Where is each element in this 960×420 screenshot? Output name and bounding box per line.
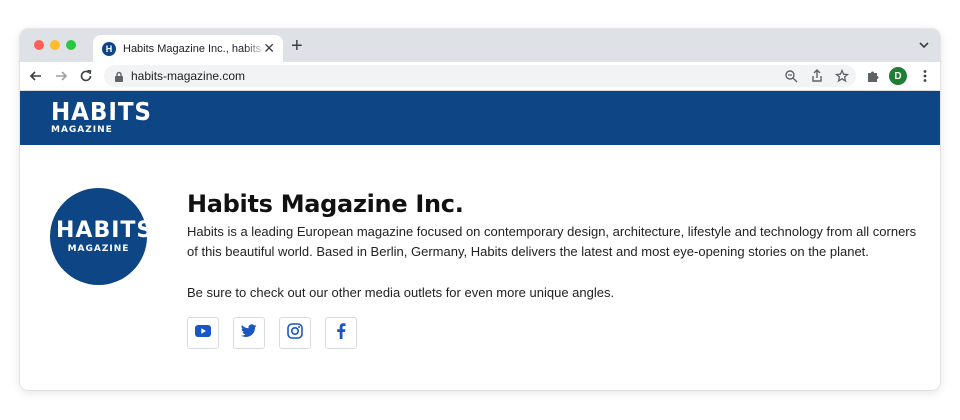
maximize-window-button[interactable] bbox=[66, 40, 76, 50]
zoom-icon[interactable] bbox=[784, 69, 798, 83]
extensions-puzzle-icon[interactable] bbox=[865, 68, 881, 84]
instagram-icon bbox=[287, 322, 303, 344]
tab-title: Habits Magazine Inc., habits-magazine.co… bbox=[123, 42, 266, 55]
company-logo-subtitle: MAGAZINE bbox=[67, 244, 130, 254]
youtube-button[interactable] bbox=[187, 317, 219, 349]
company-description: Habits is a leading European magazine fo… bbox=[187, 224, 917, 259]
youtube-icon bbox=[195, 324, 211, 342]
share-icon[interactable] bbox=[810, 69, 824, 83]
company-name: Habits Magazine Inc. bbox=[187, 190, 464, 218]
tab-search-chevron-icon[interactable] bbox=[918, 38, 930, 56]
twitter-button[interactable] bbox=[233, 317, 265, 349]
close-window-button[interactable] bbox=[34, 40, 44, 50]
tab-strip: H Habits Magazine Inc., habits-magazine.… bbox=[20, 29, 940, 62]
browser-toolbar: habits-magazine.com D bbox=[20, 62, 940, 91]
header-logo[interactable]: HABITS MAGAZINE bbox=[51, 97, 161, 136]
browser-tab[interactable]: H Habits Magazine Inc., habits-magazine.… bbox=[93, 35, 283, 62]
media-outlets-text: Be sure to check out our other media out… bbox=[187, 285, 615, 300]
logo-subtitle: MAGAZINE bbox=[51, 125, 113, 135]
url-text[interactable]: habits-magazine.com bbox=[131, 69, 245, 83]
forward-icon[interactable] bbox=[53, 68, 69, 84]
more-menu-icon[interactable] bbox=[917, 68, 933, 84]
facebook-button[interactable] bbox=[325, 317, 357, 349]
lock-icon[interactable] bbox=[114, 70, 124, 88]
profile-avatar[interactable]: D bbox=[889, 67, 907, 85]
new-tab-button[interactable]: + bbox=[291, 35, 303, 57]
twitter-icon bbox=[241, 323, 257, 343]
logo-wordmark: HABITS bbox=[51, 97, 152, 126]
site-header: HABITS MAGAZINE bbox=[20, 91, 940, 145]
minimize-window-button[interactable] bbox=[50, 40, 60, 50]
address-bar[interactable]: habits-magazine.com bbox=[104, 65, 856, 87]
instagram-button[interactable] bbox=[279, 317, 311, 349]
browser-window: H Habits Magazine Inc., habits-magazine.… bbox=[20, 29, 940, 390]
favicon-icon: H bbox=[102, 41, 116, 56]
reload-icon[interactable] bbox=[78, 68, 94, 84]
facebook-icon bbox=[336, 322, 346, 344]
company-logo: HABITS MAGAZINE bbox=[50, 188, 154, 285]
tab-close-icon[interactable]: ✕ bbox=[263, 40, 275, 56]
company-logo-wordmark: HABITS bbox=[56, 218, 154, 243]
back-icon[interactable] bbox=[28, 68, 44, 84]
social-links bbox=[187, 317, 357, 349]
bookmark-star-icon[interactable] bbox=[834, 68, 850, 83]
